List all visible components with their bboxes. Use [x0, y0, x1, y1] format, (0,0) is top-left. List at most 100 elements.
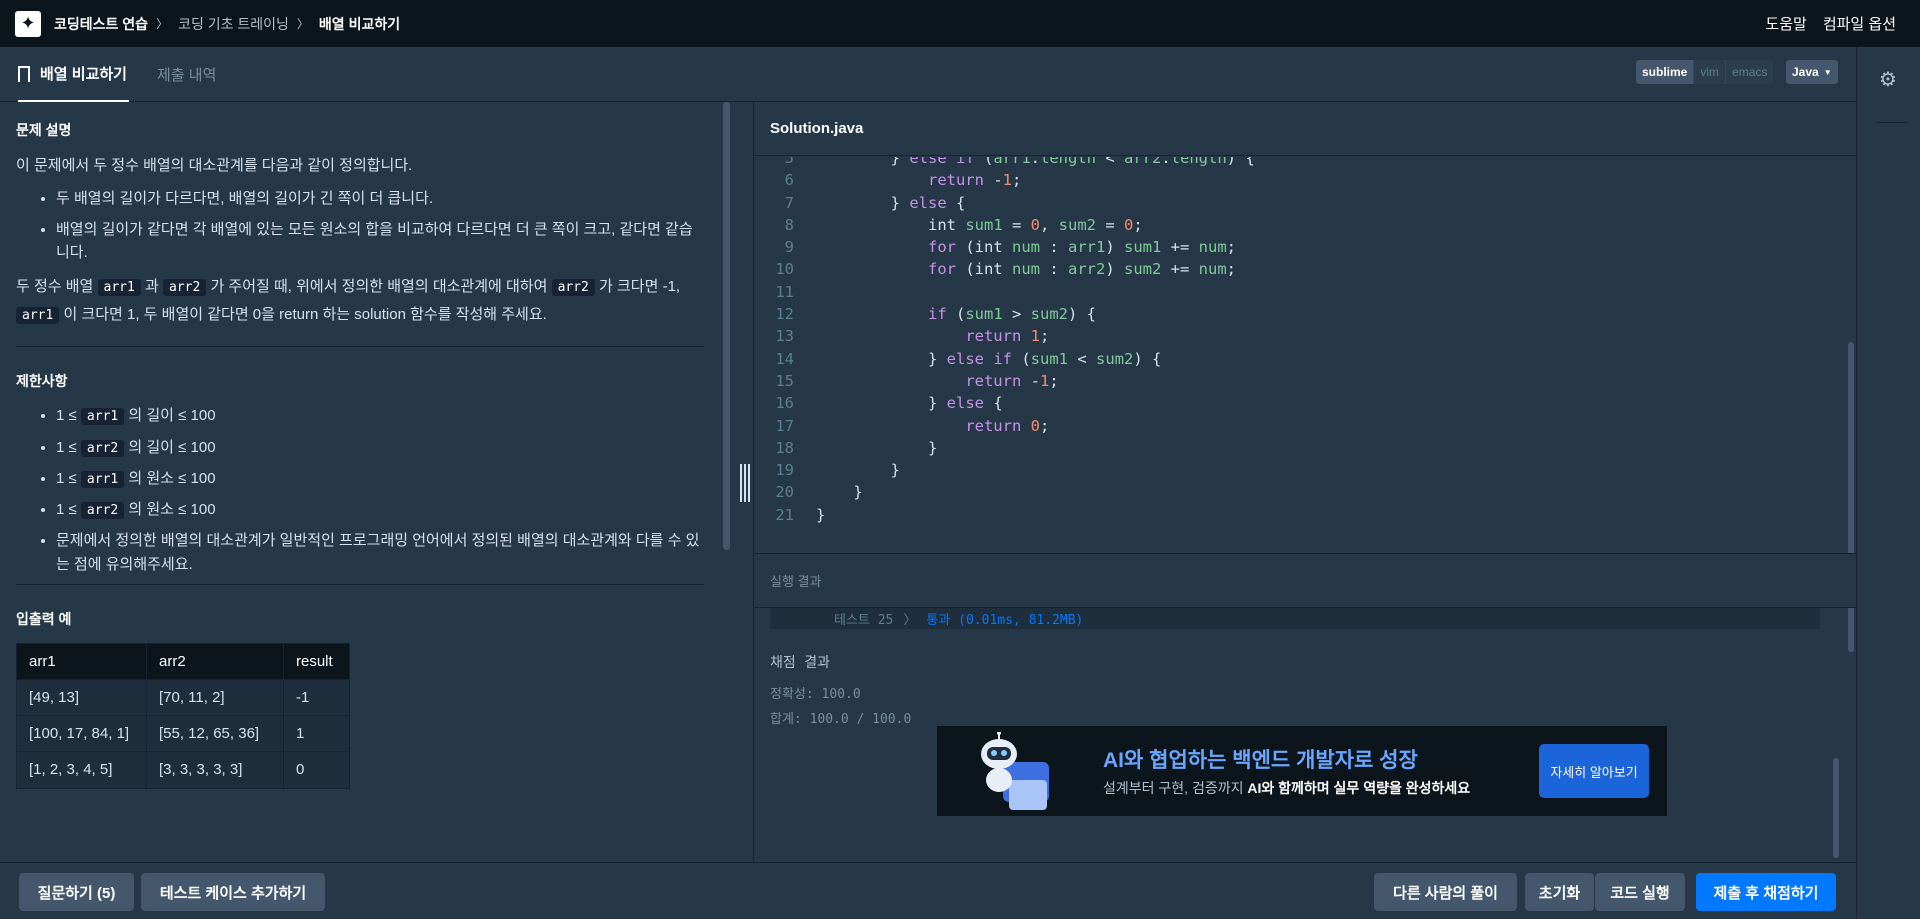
banner-subtitle: 설계부터 구현, 검증까지 AI와 함께하며 실무 역량을 완성하세요	[1103, 780, 1471, 796]
mode-vim[interactable]: vim	[1693, 60, 1726, 84]
line-number: 16	[775, 394, 794, 413]
code-line[interactable]: 20 }	[754, 483, 1856, 505]
editor-mode-toggle: sublime vim emacs	[1636, 60, 1774, 84]
mode-emacs[interactable]: emacs	[1725, 60, 1774, 84]
line-number: 17	[775, 416, 794, 435]
code-text: }	[816, 505, 826, 524]
tab-bar: 배열 비교하기 제출 내역 sublime vim emacs Java ▼	[0, 47, 1856, 102]
submit-button[interactable]: 제출 후 채점하기	[1696, 873, 1836, 911]
code-line[interactable]: 15 return -1;	[754, 372, 1856, 394]
tab-problem[interactable]: 배열 비교하기	[18, 47, 129, 102]
table-cell: [100, 17, 84, 1]	[16, 715, 147, 753]
code-text: for (int num : arr1) sum1 += num;	[927, 238, 1236, 257]
code-line[interactable]: 19 }	[754, 461, 1856, 483]
code-editor[interactable]: 5 } else if (arr1.length < arr2.length) …	[754, 157, 1856, 553]
line-number: 9	[784, 238, 794, 257]
list-item: 1 ≤ arr1 의 원소 ≤ 100	[56, 467, 704, 490]
rules-list: 두 배열의 길이가 다르다면, 배열의 길이가 긴 쪽이 더 큽니다. 배열의 …	[16, 187, 704, 265]
code-text: } else if (sum1 < sum2) {	[816, 349, 1162, 368]
banner-learn-more-button[interactable]: 자세히 알아보기	[1539, 744, 1649, 798]
run-code-button[interactable]: 코드 실행	[1595, 873, 1685, 911]
breadcrumb-coding-test[interactable]: 코딩테스트 연습	[54, 14, 148, 34]
gear-icon[interactable]: ⚙	[1879, 67, 1897, 92]
total-line: 합계: 100.0 / 100.0	[770, 712, 912, 727]
ask-question-button[interactable]: 질문하기 (5)	[19, 873, 134, 911]
code-line[interactable]: 9 for (int num : arr1) sum1 += num;	[754, 238, 1856, 260]
code-text: } else {	[816, 394, 1003, 413]
bottom-action-bar: 질문하기 (5) 테스트 케이스 추가하기 다른 사람의 풀이 초기화 코드 실…	[0, 862, 1856, 919]
code-line[interactable]: 16 } else {	[754, 394, 1856, 416]
code-text: } else if (arr1.length < arr2.length) {	[816, 157, 1255, 167]
line-number: 6	[784, 171, 794, 190]
code-line[interactable]: 14 } else if (sum1 < sum2) {	[754, 350, 1856, 372]
table-cell: [70, 11, 2]	[146, 678, 284, 717]
code-text: for (int num : arr2) sum2 += num;	[927, 260, 1236, 279]
pane-resize-handle[interactable]	[740, 464, 750, 502]
code-line[interactable]: 10 for (int num : arr2) sum2 += num;	[754, 260, 1856, 282]
line-number: 18	[775, 438, 794, 457]
settings-sidebar: ⚙	[1856, 47, 1920, 919]
list-item: 1 ≤ arr2 의 원소 ≤ 100	[56, 498, 704, 521]
code-text: }	[816, 483, 863, 502]
line-number: 8	[784, 215, 794, 234]
caret-down-icon: ▼	[1823, 67, 1832, 77]
column-header: arr2	[146, 642, 284, 680]
line-number: 13	[775, 327, 794, 346]
table-header-row: arr1 arr2 result	[16, 642, 350, 680]
help-link[interactable]: 도움말	[1765, 13, 1806, 34]
table-cell: [55, 12, 65, 36]	[146, 715, 284, 753]
table-row: [1, 2, 3, 4, 5] [3, 3, 3, 3, 3] 0	[16, 751, 350, 789]
chevron-right-icon: 〉	[903, 613, 917, 628]
code-text: }	[816, 461, 900, 480]
problem-pane: 문제 설명 이 문제에서 두 정수 배열의 대소관계를 다음과 같이 정의합니다…	[0, 102, 731, 862]
code-line[interactable]: 8 int sum1 = 0, sum2 = 0;	[754, 216, 1856, 238]
description-heading: 문제 설명	[16, 122, 72, 138]
code-line[interactable]: 17 return 0;	[754, 417, 1856, 439]
file-tab[interactable]: Solution.java	[754, 102, 1856, 156]
code-line[interactable]: 13 return 1;	[754, 327, 1856, 349]
table-cell: [3, 3, 3, 3, 3]	[146, 751, 284, 789]
code-line[interactable]: 11	[754, 283, 1856, 305]
top-navbar: ✦ 코딩테스트 연습 〉 코딩 기초 트레이닝 〉 배열 비교하기 도움말 컴파…	[0, 0, 1920, 47]
code-line[interactable]: 6 return -1;	[754, 171, 1856, 193]
constraints-heading: 제한사항	[16, 372, 68, 389]
table-cell: 1	[283, 715, 350, 753]
other-solutions-button[interactable]: 다른 사람의 풀이	[1374, 873, 1517, 911]
ad-banner[interactable]: AI와 협업하는 백엔드 개발자로 성장 설계부터 구현, 검증까지 AI와 함…	[937, 726, 1667, 816]
line-number: 15	[775, 371, 794, 390]
line-number: 5	[784, 157, 794, 167]
code-line[interactable]: 21}	[754, 506, 1856, 528]
programmers-logo-icon[interactable]: ✦	[15, 10, 41, 37]
io-example-table: arr1 arr2 result [49, 13] [70, 11, 2] -1…	[16, 642, 350, 789]
reset-button[interactable]: 초기화	[1525, 873, 1594, 911]
code-line[interactable]: 18 }	[754, 439, 1856, 461]
language-select[interactable]: Java ▼	[1786, 60, 1838, 84]
grade-title: 채점 결과	[770, 655, 830, 671]
code-text: }	[816, 438, 938, 457]
line-number: 7	[784, 193, 794, 212]
code-text: if (sum1 > sum2) {	[927, 305, 1096, 324]
code-line[interactable]: 5 } else if (arr1.length < arr2.length) …	[754, 157, 1856, 171]
list-item: 문제에서 정의한 배열의 대소관계가 일반적인 프로그래밍 언어에서 정의된 배…	[56, 529, 704, 576]
divider	[1877, 122, 1907, 123]
tab-submissions[interactable]: 제출 내역	[157, 47, 216, 102]
table-cell: 0	[283, 751, 350, 789]
code-line[interactable]: 12 if (sum1 > sum2) {	[754, 305, 1856, 327]
problem-scrollbar[interactable]	[723, 102, 730, 550]
column-header: arr1	[16, 642, 147, 680]
mode-sublime[interactable]: sublime	[1636, 60, 1694, 84]
compile-options-link[interactable]: 컴파일 옵션	[1823, 13, 1896, 34]
table-row: [49, 13] [70, 11, 2] -1	[16, 678, 350, 717]
bookmark-icon[interactable]	[18, 65, 30, 86]
code-line[interactable]: 7 } else {	[754, 194, 1856, 216]
code-text: return 0;	[965, 416, 1050, 435]
result-scrollbar[interactable]	[1833, 758, 1839, 858]
task-statement: 두 정수 배열 arr1 과 arr2 가 주어질 때, 위에서 정의한 배열의…	[16, 277, 681, 325]
breadcrumb-basic-training[interactable]: 코딩 기초 트레이닝	[178, 14, 289, 34]
constraints-list: 1 ≤ arr1 의 길이 ≤ 100 1 ≤ arr2 의 길이 ≤ 100 …	[16, 404, 704, 576]
add-test-case-button[interactable]: 테스트 케이스 추가하기	[141, 873, 325, 911]
description-intro: 이 문제에서 두 정수 배열의 대소관계를 다음과 같이 정의합니다.	[16, 156, 413, 174]
code-text: } else {	[816, 193, 966, 212]
code-text: return 1;	[965, 327, 1050, 346]
